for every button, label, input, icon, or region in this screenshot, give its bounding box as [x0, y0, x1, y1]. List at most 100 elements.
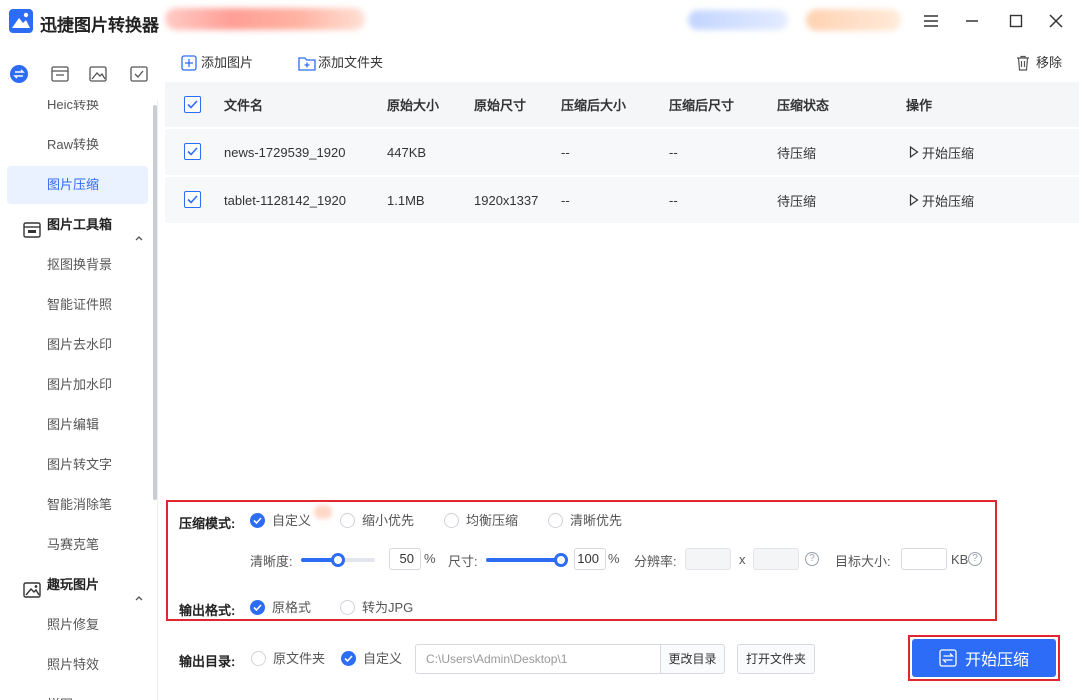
- maximize-icon[interactable]: [1003, 8, 1029, 34]
- table-row[interactable]: news-1729539_1920 447KB -- -- 待压缩 开始压缩: [165, 129, 1079, 176]
- sidebar-item-photo-repair[interactable]: 照片修复: [7, 606, 148, 644]
- col-action[interactable]: 操作: [906, 82, 932, 127]
- sidebar-scrollbar[interactable]: [153, 105, 157, 500]
- cell-comp-dims: --: [669, 192, 678, 208]
- toolbox-tab-icon[interactable]: [49, 63, 71, 85]
- table-header: 文件名 原始大小 原始尺寸 压缩后大小 压缩后尺寸 压缩状态 操作: [165, 82, 1079, 128]
- size-slider-handle[interactable]: [554, 553, 568, 567]
- col-orig-size[interactable]: 原始大小: [387, 82, 439, 127]
- change-directory-button[interactable]: 更改目录: [660, 644, 725, 674]
- col-status[interactable]: 压缩状态: [777, 82, 829, 127]
- col-filename[interactable]: 文件名: [224, 82, 263, 127]
- sidebar-item-remove-watermark[interactable]: 图片去水印: [7, 326, 148, 364]
- cell-filename: news-1729539_1920: [224, 144, 346, 160]
- sidebar-item-edit[interactable]: 图片编辑: [7, 406, 148, 444]
- resolution-height-input[interactable]: [753, 548, 799, 570]
- mode-balanced-radio[interactable]: 均衡压缩: [444, 512, 518, 530]
- row-checkbox[interactable]: [184, 191, 201, 208]
- cell-comp-size: --: [561, 192, 570, 208]
- size-slider[interactable]: [486, 553, 568, 567]
- output-directory-row: 输出目录: 原文件夹 自定义 C:\Users\Admin\Desktop\1 …: [166, 636, 906, 686]
- output-original-folder-radio[interactable]: 原文件夹: [251, 650, 325, 668]
- size-input[interactable]: 100: [574, 548, 606, 570]
- promo-banner[interactable]: [165, 8, 365, 30]
- cell-status: 待压缩: [777, 193, 817, 209]
- cell-comp-size: --: [561, 144, 570, 160]
- col-orig-dims[interactable]: 原始尺寸: [474, 82, 526, 127]
- clarity-label: 清晰度:: [250, 554, 293, 569]
- output-option-label: 原文件夹: [273, 651, 326, 666]
- target-size-input[interactable]: [901, 548, 947, 570]
- add-image-button[interactable]: 添加图片: [181, 54, 253, 72]
- sidebar-item-id-photo[interactable]: 智能证件照: [7, 286, 148, 324]
- help-icon[interactable]: ?: [968, 552, 982, 566]
- clarity-slider[interactable]: [301, 553, 375, 567]
- sidebar-item-raw[interactable]: Raw转换: [7, 126, 148, 164]
- radio-unchecked-icon: [548, 513, 563, 528]
- output-path-input[interactable]: C:\Users\Admin\Desktop\1: [415, 644, 661, 674]
- trash-icon: [1016, 55, 1032, 71]
- play-icon: [909, 146, 919, 158]
- format-option-label: 原格式: [272, 600, 312, 615]
- sidebar-item-eraser[interactable]: 智能消除笔: [7, 486, 148, 524]
- output-custom-radio[interactable]: 自定义: [341, 650, 402, 668]
- row-action-label: 开始压缩: [922, 193, 975, 209]
- chevron-up-icon: [134, 220, 144, 241]
- start-button-highlight: 开始压缩: [908, 635, 1060, 681]
- sidebar-group-toolbox[interactable]: 图片工具箱: [0, 206, 155, 244]
- sidebar-item-heic[interactable]: Heic转换: [7, 100, 148, 124]
- sidebar-group-label: 图片工具箱: [47, 217, 113, 232]
- row-start-button[interactable]: 开始压缩: [906, 129, 974, 175]
- sidebar-item-ocr[interactable]: 图片转文字: [7, 446, 148, 484]
- help-icon[interactable]: ?: [805, 552, 819, 566]
- image-tab-icon[interactable]: [87, 63, 109, 85]
- clarity-slider-handle[interactable]: [331, 553, 345, 567]
- sidebar-item-mosaic[interactable]: 马赛克笔: [7, 526, 148, 564]
- minimize-icon[interactable]: [959, 8, 985, 34]
- table-row[interactable]: tablet-1128142_1920 1.1MB 1920x1337 -- -…: [165, 177, 1079, 224]
- close-icon[interactable]: [1043, 8, 1069, 34]
- sidebar-item-cutout[interactable]: 抠图换背景: [7, 246, 148, 284]
- sidebar-group-fun[interactable]: 趣玩图片: [0, 566, 155, 604]
- add-folder-icon: [298, 55, 316, 71]
- user-account[interactable]: [688, 10, 788, 30]
- clarity-input[interactable]: 50: [389, 548, 421, 570]
- menu-icon[interactable]: [918, 8, 944, 34]
- row-start-button[interactable]: 开始压缩: [906, 177, 974, 223]
- compression-settings: 压缩模式: 自定义 缩小优先 均衡压缩 清晰优先 清晰度: 50 % 尺寸: 1…: [166, 500, 997, 621]
- check-tab-icon[interactable]: [128, 63, 150, 85]
- output-label: 输出目录:: [179, 654, 236, 669]
- radio-checked-icon: [250, 600, 265, 615]
- mode-custom-radio[interactable]: 自定义: [250, 512, 311, 530]
- sidebar-item-add-watermark[interactable]: 图片加水印: [7, 366, 148, 404]
- row-checkbox[interactable]: [184, 143, 201, 160]
- format-original-radio[interactable]: 原格式: [250, 599, 311, 617]
- open-folder-button[interactable]: 打开文件夹: [737, 644, 815, 674]
- add-folder-button[interactable]: 添加文件夹: [298, 54, 383, 72]
- sidebar-item-photo-effects[interactable]: 照片特效: [7, 646, 148, 684]
- col-comp-size[interactable]: 压缩后大小: [561, 82, 626, 127]
- col-comp-dims[interactable]: 压缩后尺寸: [669, 82, 734, 127]
- add-folder-label: 添加文件夹: [318, 55, 384, 70]
- sidebar: Heic转换 Raw转换 图片压缩 图片工具箱 抠图换背景 智能证件照 图片去水…: [0, 100, 158, 700]
- format-jpg-radio[interactable]: 转为JPG: [340, 599, 413, 617]
- cell-orig-size: 1.1MB: [387, 192, 425, 208]
- radio-checked-icon: [341, 651, 356, 666]
- convert-tab-icon[interactable]: [8, 63, 30, 85]
- start-compress-button[interactable]: 开始压缩: [912, 639, 1056, 677]
- remove-label: 移除: [1036, 55, 1063, 70]
- cell-orig-size: 447KB: [387, 144, 427, 160]
- remove-button[interactable]: 移除: [1016, 54, 1062, 72]
- mode-clarity-first-radio[interactable]: 清晰优先: [548, 512, 622, 530]
- app-title: 迅捷图片转换器: [40, 16, 159, 35]
- app-window: 迅捷图片转换器 Heic转换 Raw转换 图片压缩 图片工具箱 抠图换背景 智能…: [0, 0, 1079, 700]
- resolution-width-input[interactable]: [685, 548, 731, 570]
- radio-unchecked-icon: [340, 600, 355, 615]
- add-image-icon: [181, 55, 197, 71]
- select-all-checkbox[interactable]: [184, 96, 201, 113]
- cell-status: 待压缩: [777, 145, 817, 161]
- sidebar-item-compress[interactable]: 图片压缩: [7, 166, 148, 204]
- vip-badge[interactable]: [806, 9, 901, 31]
- sidebar-item-collage[interactable]: 拼图: [7, 686, 148, 700]
- mode-small-first-radio[interactable]: 缩小优先: [340, 512, 414, 530]
